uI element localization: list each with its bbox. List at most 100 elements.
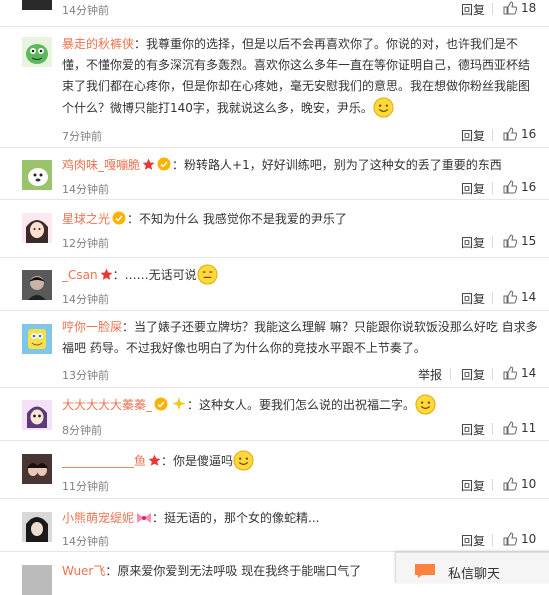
- comment-username[interactable]: 小熊萌宠缇妮: [62, 511, 134, 525]
- comment-time: 14分钟前: [62, 535, 109, 548]
- comment-body: 大大大大大蓁蓁_ ：这种女人。要我们怎么说的出祝福二字。: [62, 394, 541, 416]
- thumbs-up-icon[interactable]: [503, 366, 517, 380]
- comment-time: 14分钟前: [62, 4, 109, 17]
- bow-badge-icon: [137, 513, 152, 523]
- thumbs-up-icon[interactable]: [503, 421, 517, 435]
- divider: [492, 534, 493, 546]
- comment-text: ：当了婊子还要立牌坊？我能这么理解 嘛？只能跟你说软饭没那么好吃 自求多福吧 药…: [62, 320, 538, 355]
- divider: [492, 129, 493, 141]
- reply-button[interactable]: 回复: [461, 180, 485, 197]
- avatar[interactable]: [22, 37, 52, 67]
- reply-button[interactable]: 回复: [461, 532, 485, 549]
- fan-badge-icon: [157, 157, 171, 171]
- comment-item: 星球之光 ：不知为什么 我感觉你不是我爱的尹乐了 12分钟前 回复 15: [0, 199, 549, 258]
- reply-button[interactable]: 回复: [461, 477, 485, 494]
- like-count: 16: [521, 127, 537, 141]
- avatar[interactable]: [22, 400, 52, 430]
- chat-icon: [415, 564, 435, 578]
- comment-username[interactable]: 大大大大大蓁蓁_: [62, 398, 152, 412]
- report-button[interactable]: 举报: [418, 366, 442, 383]
- like-count: 15: [521, 234, 537, 248]
- thumbs-up-icon[interactable]: [503, 290, 517, 304]
- reply-button[interactable]: 回复: [461, 290, 485, 307]
- comment-username[interactable]: 鸡肉味_嘎嘣脆: [62, 158, 140, 172]
- comment-body: ____________鱼 ：你是傻逼吗: [62, 450, 541, 472]
- reply-button[interactable]: 回复: [461, 234, 485, 251]
- comment-body: _Csan ：……无话可说: [62, 264, 541, 286]
- comment-text: ：不知为什么 我感觉你不是我爱的尹乐了: [127, 212, 347, 226]
- private-chat-bar[interactable]: 私信聊天: [395, 552, 549, 583]
- comment-username[interactable]: 星球之光: [62, 212, 110, 226]
- like-count: 14: [521, 366, 537, 380]
- thumbs-up-icon[interactable]: [503, 1, 517, 15]
- reply-button[interactable]: 回复: [461, 1, 485, 18]
- chat-label: 私信聊天: [448, 567, 501, 582]
- smiley-emoji-icon: [415, 394, 436, 415]
- reply-button[interactable]: 回复: [461, 421, 485, 438]
- awkward-emoji-icon: [197, 264, 218, 285]
- avatar[interactable]: [22, 213, 52, 243]
- smiley-emoji-icon: [373, 97, 394, 118]
- like-count: 10: [521, 532, 537, 546]
- star-badge-icon: [142, 158, 155, 170]
- thumbs-up-icon[interactable]: [503, 532, 517, 546]
- comment-item: _Csan ：……无话可说 14分钟前 回复 14: [0, 257, 549, 311]
- like-count: 14: [521, 290, 537, 304]
- comment-body: 哼你一脸屎：当了婊子还要立牌坊？我能这么理解 嘛？只能跟你说软饭没那么好吃 自求…: [62, 317, 541, 359]
- comment-item: 鸡肉味_嘎嘣脆 ：粉转路人+1，好好训练吧，别为了这种女的丢了重要的东西 14分钟…: [0, 147, 549, 200]
- divider: [492, 3, 493, 15]
- comment-body: 星球之光 ：不知为什么 我感觉你不是我爱的尹乐了: [62, 209, 541, 230]
- comment-body: 小熊萌宠缇妮 ：挺无语的，那个女的像蛇精...: [62, 508, 541, 529]
- comment-time: 7分钟前: [62, 130, 102, 143]
- reply-button[interactable]: 回复: [461, 366, 485, 383]
- thumbs-up-icon[interactable]: [503, 477, 517, 491]
- comment-time: 11分钟前: [62, 480, 109, 493]
- avatar[interactable]: [22, 454, 52, 484]
- comment-item: 大大大大大蓁蓁_ ：这种女人。要我们怎么说的出祝福二字。 8分钟前 回复 11: [0, 387, 549, 441]
- thumbs-up-icon[interactable]: [503, 234, 517, 248]
- comment-item: 14分钟前 回复 18: [0, 0, 549, 21]
- smiley-emoji-icon: [233, 450, 254, 471]
- comment-time: 12分钟前: [62, 237, 109, 250]
- avatar[interactable]: [22, 160, 52, 190]
- comment-time: 13分钟前: [62, 369, 109, 382]
- divider: [492, 423, 493, 435]
- avatar[interactable]: [22, 270, 52, 300]
- star-badge-icon: [100, 268, 112, 280]
- divider: [450, 368, 451, 380]
- comment-item: 哼你一脸屎：当了婊子还要立牌坊？我能这么理解 嘛？只能跟你说软饭没那么好吃 自求…: [0, 310, 549, 388]
- comment-username[interactable]: 暴走的秋裤侠: [62, 37, 134, 51]
- divider: [492, 479, 493, 491]
- divider: [492, 292, 493, 304]
- comment-time: 14分钟前: [62, 293, 109, 306]
- like-count: 18: [521, 1, 537, 15]
- like-count: 10: [521, 477, 537, 491]
- fan-badge-icon: [154, 397, 168, 411]
- comment-text: ：原来爱你爱到无法呼吸 现在我终于能喘口气了: [105, 564, 362, 578]
- comment-item: 暴走的秋裤侠：我尊重你的选择，但是以后不会再喜欢你了。你说的对，也许我们是不懂，…: [0, 26, 549, 148]
- comment-body: 鸡肉味_嘎嘣脆 ：粉转路人+1，好好训练吧，别为了这种女的丢了重要的东西: [62, 155, 541, 176]
- comment-text: ：这种女人。要我们怎么说的出祝福二字。: [187, 398, 416, 412]
- comment-text: ：粉转路人+1，好好训练吧，别为了这种女的丢了重要的东西: [172, 158, 502, 172]
- fan-badge-icon: [112, 211, 126, 225]
- avatar[interactable]: [22, 324, 52, 354]
- avatar[interactable]: [22, 0, 52, 10]
- comment-username[interactable]: 哼你一脸屎: [62, 320, 122, 334]
- avatar[interactable]: [22, 512, 52, 542]
- comment-username[interactable]: _Csan: [62, 268, 98, 282]
- avatar[interactable]: [22, 565, 52, 595]
- sparkle-badge-icon: [172, 397, 186, 410]
- comment-text: ：你是傻逼吗: [161, 454, 234, 468]
- divider: [492, 182, 493, 194]
- thumbs-up-icon[interactable]: [503, 127, 517, 141]
- comment-item: 小熊萌宠缇妮 ：挺无语的，那个女的像蛇精... 14分钟前 回复 10: [0, 498, 549, 552]
- thumbs-up-icon[interactable]: [503, 180, 517, 194]
- comment-time: 8分钟前: [62, 424, 102, 437]
- comment-text: ：挺无语的，那个女的像蛇精...: [152, 511, 320, 525]
- comment-username[interactable]: Wuer飞: [62, 564, 105, 578]
- star-badge-icon: [148, 454, 161, 466]
- divider: [492, 368, 493, 380]
- like-count: 11: [521, 421, 537, 435]
- comment-username[interactable]: ____________鱼: [62, 454, 146, 468]
- reply-button[interactable]: 回复: [461, 127, 485, 144]
